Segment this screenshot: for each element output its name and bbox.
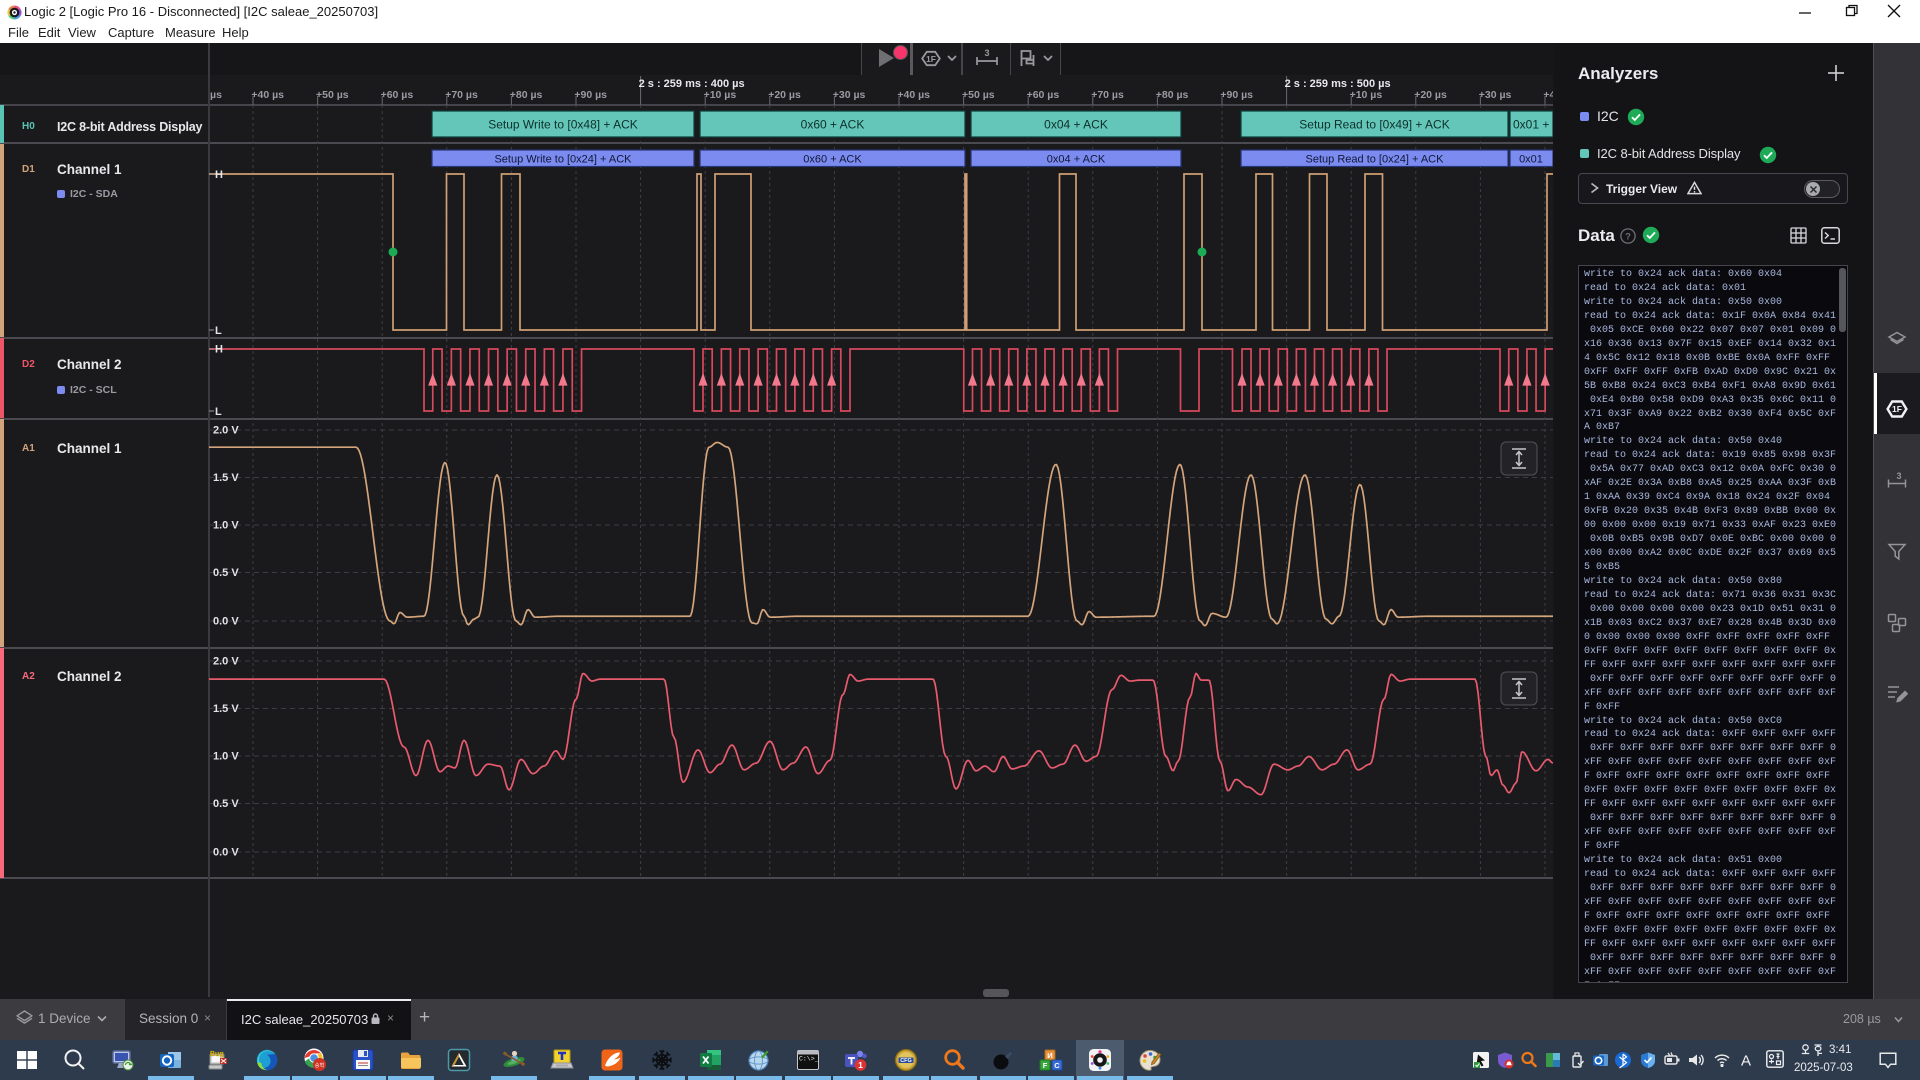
svg-text:1: 1 bbox=[858, 1060, 863, 1070]
svg-text:Setup Write to [0x24] + ACK: Setup Write to [0x24] + ACK bbox=[494, 154, 632, 166]
svg-text:승혁: 승혁 bbox=[315, 1062, 324, 1069]
svg-text:+50 µs: +50 µs bbox=[962, 89, 995, 101]
svg-text:0x01 + NAK: 0x01 + NAK bbox=[1513, 118, 1553, 132]
svg-text:+20 µs: +20 µs bbox=[1414, 89, 1447, 101]
svg-text:0x01: 0x01 bbox=[1519, 154, 1543, 166]
svg-text:0.5 V: 0.5 V bbox=[213, 798, 239, 810]
svg-text:µs: µs bbox=[210, 89, 222, 101]
svg-text:CFG: CFG bbox=[900, 1058, 912, 1064]
svg-text:0.5 V: 0.5 V bbox=[213, 567, 239, 579]
svg-text:+40 µs: +40 µs bbox=[1543, 89, 1553, 101]
svg-text:1.5 V: 1.5 V bbox=[213, 703, 239, 715]
svg-text:Bug: Bug bbox=[210, 1051, 224, 1058]
svg-text:+10 µs: +10 µs bbox=[704, 89, 737, 101]
svg-text:И: И bbox=[1047, 1051, 1052, 1060]
svg-text:0x60 + ACK: 0x60 + ACK bbox=[803, 154, 862, 166]
svg-text:+60 µs: +60 µs bbox=[381, 89, 414, 101]
svg-text:+80 µs: +80 µs bbox=[510, 89, 543, 101]
svg-text:+30 µs: +30 µs bbox=[1479, 89, 1512, 101]
svg-text:C: C bbox=[1054, 1061, 1060, 1070]
svg-text:+50 µs: +50 µs bbox=[316, 89, 349, 101]
svg-text:+90 µs: +90 µs bbox=[1220, 89, 1253, 101]
svg-text:+80 µs: +80 µs bbox=[1156, 89, 1189, 101]
svg-text:H: H bbox=[215, 169, 223, 181]
svg-text:+70 µs: +70 µs bbox=[1091, 89, 1124, 101]
svg-text:F: F bbox=[1043, 1061, 1048, 1070]
svg-text:0x60 + ACK: 0x60 + ACK bbox=[801, 118, 865, 132]
svg-text:1.0 V: 1.0 V bbox=[213, 520, 239, 532]
svg-text:1.5 V: 1.5 V bbox=[213, 472, 239, 484]
svg-text:?: ? bbox=[1625, 230, 1631, 241]
svg-text:L: L bbox=[215, 325, 222, 337]
svg-text:A: A bbox=[1741, 1053, 1751, 1070]
svg-text:+30 µs: +30 µs bbox=[833, 89, 866, 101]
svg-text:2 s : 259 ms : 500 µs: 2 s : 259 ms : 500 µs bbox=[1285, 78, 1391, 90]
svg-text:0x04 + ACK: 0x04 + ACK bbox=[1047, 154, 1106, 166]
svg-text:2.0 V: 2.0 V bbox=[213, 425, 239, 437]
svg-text:+10 µs: +10 µs bbox=[1350, 89, 1383, 101]
svg-text:Setup Read to [0x24] + ACK: Setup Read to [0x24] + ACK bbox=[1306, 154, 1445, 166]
svg-text:+40 µs: +40 µs bbox=[897, 89, 930, 101]
svg-text:1.0 V: 1.0 V bbox=[213, 751, 239, 763]
svg-text:C:\>_: C:\>_ bbox=[799, 1056, 819, 1063]
svg-text:Setup Write to [0x48] + ACK: Setup Write to [0x48] + ACK bbox=[488, 118, 638, 132]
svg-text:L: L bbox=[215, 406, 222, 418]
svg-text:Setup Read to [0x49] + ACK: Setup Read to [0x49] + ACK bbox=[1299, 118, 1449, 132]
svg-text:+60 µs: +60 µs bbox=[1027, 89, 1060, 101]
svg-text:2 s : 259 ms : 400 µs: 2 s : 259 ms : 400 µs bbox=[639, 78, 745, 90]
svg-text:1F: 1F bbox=[1892, 404, 1902, 414]
svg-text:2.0 V: 2.0 V bbox=[213, 656, 239, 668]
svg-text:3: 3 bbox=[1896, 471, 1901, 481]
svg-text:+70 µs: +70 µs bbox=[445, 89, 478, 101]
svg-text:0x04 + ACK: 0x04 + ACK bbox=[1044, 118, 1108, 132]
svg-text:0.0 V: 0.0 V bbox=[213, 616, 239, 628]
svg-text:+90 µs: +90 µs bbox=[574, 89, 607, 101]
svg-text:H: H bbox=[215, 344, 223, 356]
svg-text:0.0 V: 0.0 V bbox=[213, 847, 239, 859]
svg-text:+20 µs: +20 µs bbox=[768, 89, 801, 101]
svg-text:+40 µs: +40 µs bbox=[251, 89, 284, 101]
